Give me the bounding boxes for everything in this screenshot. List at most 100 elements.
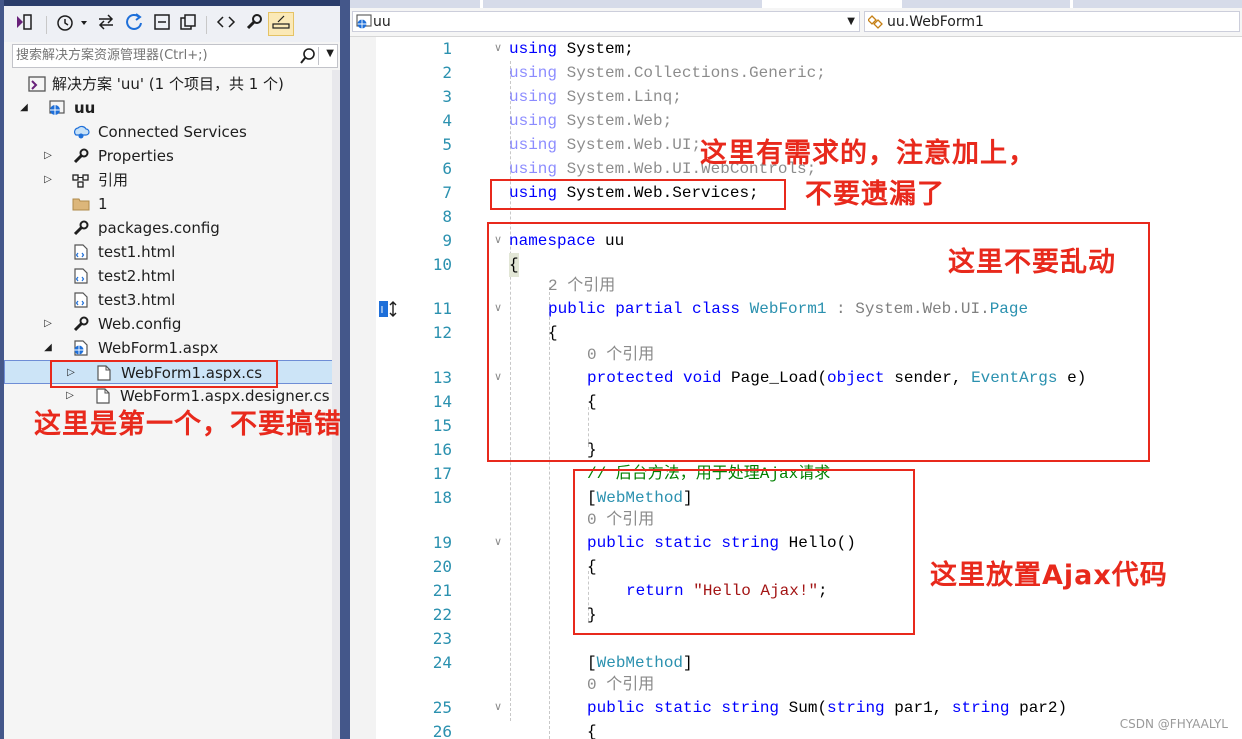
using-highlight-box: [490, 179, 786, 210]
namespace-note: 这里不要乱动: [948, 247, 1116, 278]
panel-splitter[interactable]: [340, 0, 350, 739]
chevron-down-icon[interactable]: ▼: [847, 12, 855, 32]
refresh-icon[interactable]: [122, 12, 146, 36]
class-dropdown-value: uu.WebForm1: [887, 14, 984, 30]
file-highlight-box: [50, 360, 278, 388]
tree-item-packages-config[interactable]: packages.config: [4, 216, 340, 240]
collapsed-arrow-icon[interactable]: ▷: [42, 144, 54, 168]
line-number: 24: [432, 653, 452, 672]
fold-chevron-icon[interactable]: ∨: [494, 37, 502, 59]
tree-item-label: test2.html: [98, 267, 176, 285]
search-input[interactable]: [16, 46, 291, 64]
tree-item-webform1-aspx[interactable]: ◢ WebForm1.aspx: [4, 336, 340, 360]
tree-item-folder-1[interactable]: 1: [4, 192, 340, 216]
line-number: 6: [442, 159, 452, 178]
tree-item-project[interactable]: ◢ uu: [4, 96, 340, 120]
tree-item-properties[interactable]: ▷ Properties: [4, 144, 340, 168]
expanded-arrow-icon[interactable]: ◢: [42, 336, 54, 360]
tab-active[interactable]: [762, 0, 902, 8]
code-editor: uu ▼ uu.WebForm1 1 ∨ using System; 2 usi…: [350, 0, 1242, 739]
line-number: 10: [432, 255, 452, 274]
web-form-icon: [72, 340, 90, 356]
using-note-line1: 这里有需求的，注意加上，: [700, 138, 1036, 169]
expanded-arrow-icon[interactable]: ◢: [18, 96, 30, 120]
code-text: System.Linq;: [557, 88, 682, 106]
references-icon: [72, 172, 90, 188]
implementation-margin-icon[interactable]: I: [378, 299, 400, 319]
tree-item-test3[interactable]: test3.html: [4, 288, 340, 312]
keyword: using: [509, 40, 558, 58]
line-number: 17: [432, 464, 452, 483]
line-number: 22: [432, 605, 452, 624]
connected-services-icon: [72, 124, 90, 140]
collapsed-arrow-icon[interactable]: ▷: [42, 168, 54, 192]
html-file-icon: [72, 268, 90, 284]
code-line: 2 using System.Collections.Generic;: [350, 61, 1242, 85]
collapse-all-icon[interactable]: [150, 12, 174, 36]
keyword: using: [509, 160, 558, 178]
web-project-icon: [48, 100, 66, 116]
sync-with-document-icon[interactable]: [94, 12, 118, 36]
line-number: 21: [432, 581, 452, 600]
tree-item-web-config[interactable]: ▷ Web.config: [4, 312, 340, 336]
code-line: 24 [WebMethod]: [350, 651, 1242, 675]
view-code-icon[interactable]: [214, 12, 238, 36]
line-number: 8: [442, 207, 452, 226]
tree-item-label: packages.config: [98, 219, 220, 237]
html-file-icon: [72, 244, 90, 260]
tree-item-label: 引用: [98, 171, 129, 189]
preview-selected-items-icon[interactable]: [268, 12, 294, 36]
line-number: 4: [442, 111, 452, 130]
line-number: 14: [432, 392, 452, 411]
search-icon[interactable]: [299, 46, 317, 66]
keyword: using: [509, 88, 558, 106]
toolbar-separator: [206, 16, 207, 34]
tree-item-label: Properties: [98, 147, 174, 165]
explorer-search-box[interactable]: ▼: [12, 44, 338, 68]
properties-wrench-icon[interactable]: [242, 12, 266, 36]
code-line: 7 using System.Web.Services;: [350, 181, 1242, 205]
collapsed-arrow-icon[interactable]: ▷: [42, 312, 54, 336]
fold-chevron-icon[interactable]: ∨: [494, 531, 502, 553]
line-number: 20: [432, 557, 452, 576]
line-number: 19: [432, 533, 452, 552]
class-dropdown[interactable]: uu.WebForm1: [864, 11, 1240, 32]
config-file-icon: [72, 220, 90, 236]
fold-chevron-icon[interactable]: ∨: [494, 696, 502, 718]
tree-item-label: Connected Services: [98, 123, 247, 141]
editor-navigation-bar: uu ▼ uu.WebForm1: [350, 8, 1242, 37]
code-line: 1 ∨ using System;: [350, 37, 1242, 61]
code-line: 4 using System.Web;: [350, 109, 1242, 133]
tree-item-test1[interactable]: test1.html: [4, 240, 340, 264]
history-icon[interactable]: [54, 12, 92, 36]
attribute-name: WebMethod: [596, 654, 684, 672]
tree-item-label: Web.config: [98, 315, 182, 333]
keyword: using: [509, 64, 558, 82]
code-text: par2): [1009, 699, 1068, 717]
show-all-files-icon[interactable]: [176, 12, 200, 36]
document-tab-strip: [350, 0, 1242, 8]
keyword: using: [509, 136, 558, 154]
project-dropdown[interactable]: uu ▼: [352, 11, 860, 32]
line-number: 13: [432, 368, 452, 387]
svg-text:I: I: [381, 305, 384, 316]
line-number: 3: [442, 87, 452, 106]
tree-item-test2[interactable]: test2.html: [4, 264, 340, 288]
codelens-references[interactable]: 0 个引用: [587, 674, 654, 696]
keyword: string: [827, 699, 885, 717]
line-number: 1: [442, 39, 452, 58]
tree-item-solution[interactable]: 解决方案 'uu' (1 个项目，共 1 个): [4, 72, 340, 96]
watermark: CSDN @FHYAALYL: [1119, 717, 1228, 731]
tree-item-references[interactable]: ▷ 引用: [4, 168, 340, 192]
using-note-line2: 不要遗漏了: [805, 179, 945, 210]
folder-icon: [72, 196, 90, 212]
line-number: 23: [432, 629, 452, 648]
tree-item-connected-services[interactable]: Connected Services: [4, 120, 340, 144]
tab-divider: [480, 0, 483, 8]
solution-label: 解决方案 'uu' (1 个项目，共 1 个): [52, 75, 284, 93]
chevron-down-icon[interactable]: ▼: [326, 48, 334, 59]
vs-switch-views-icon[interactable]: [12, 12, 36, 36]
code-text: System;: [557, 40, 634, 58]
file-note: 这里是第一个，不要搞错了: [34, 409, 370, 440]
code-line: 25 ∨ public static string Sum(string par…: [350, 696, 1242, 720]
